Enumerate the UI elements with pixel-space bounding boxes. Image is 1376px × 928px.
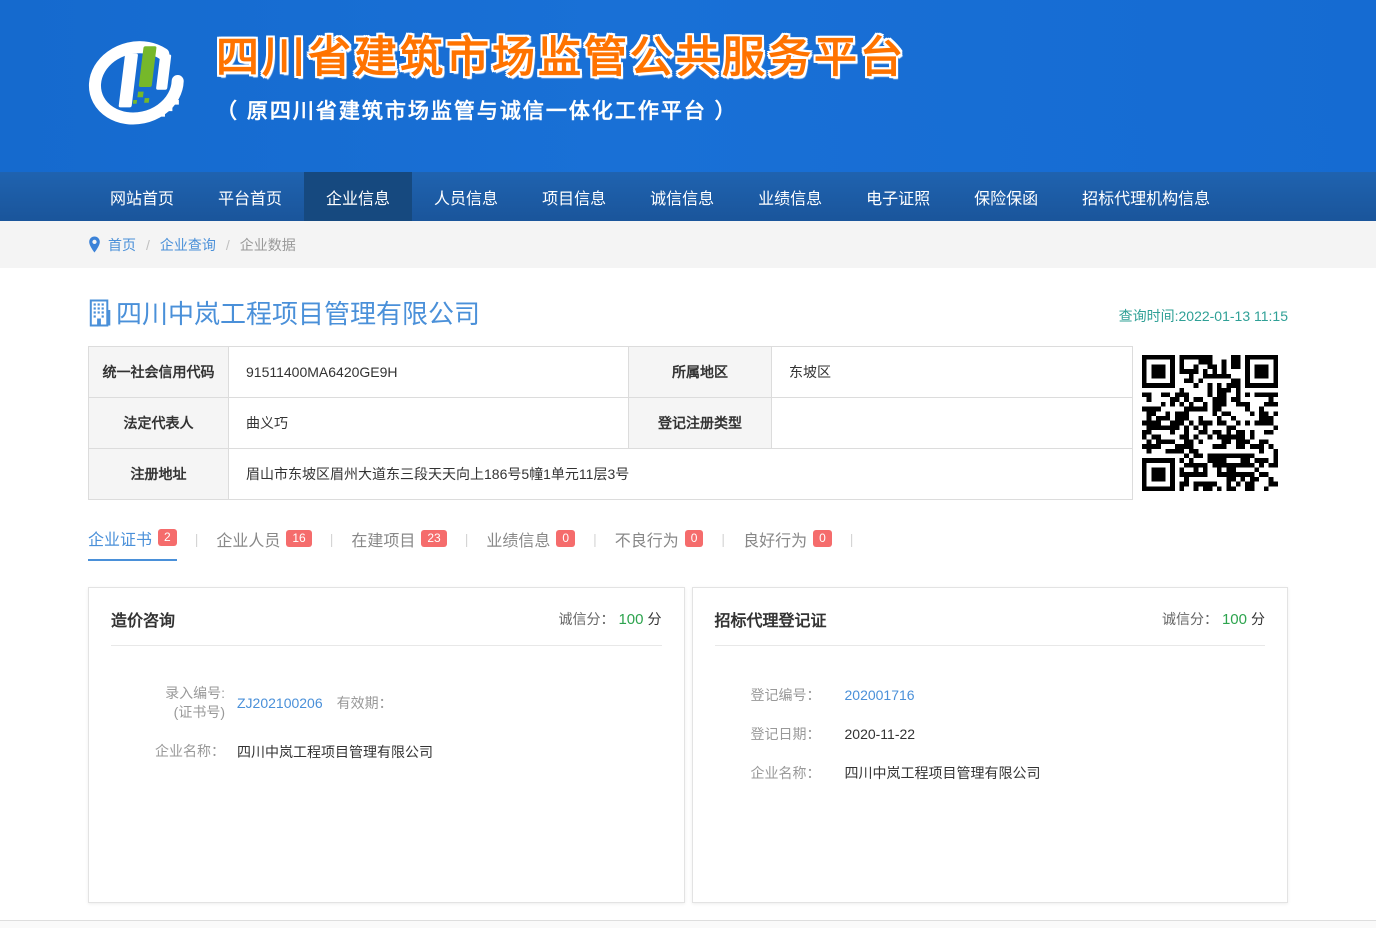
site-title: 四川省建筑市场监管公共服务平台: [216, 23, 906, 85]
tab-separator: |: [593, 531, 597, 556]
count-badge: 23: [421, 530, 446, 547]
entry-number-label: 录入编号: (证书号): [109, 684, 225, 722]
info-label: 登记注册类型: [629, 398, 772, 449]
count-badge: 0: [813, 530, 832, 547]
card-title: 造价咨询: [111, 607, 175, 631]
tab-separator: |: [850, 531, 854, 556]
score-value: 100: [618, 611, 643, 628]
tabs-row: 企业证书 2 | 企业人员 16 | 在建项目 23 | 业绩信息 0 | 不良…: [88, 526, 1288, 561]
credit-code-value: 91511400MA6420GE9H: [229, 347, 629, 398]
certificate-number-link[interactable]: ZJ202100206: [237, 695, 323, 711]
registration-number-link[interactable]: 202001716: [845, 684, 915, 706]
breadcrumb: 首页 / 企业查询 / 企业数据: [88, 221, 1288, 268]
count-badge: 0: [685, 530, 704, 547]
region-value: 东坡区: [772, 347, 1133, 398]
enterprise-name-value: 四川中岚工程项目管理有限公司: [845, 762, 1041, 784]
company-info-table: 统一社会信用代码 91511400MA6420GE9H 所属地区 东坡区 法定代…: [88, 346, 1133, 500]
company-name: 四川中岚工程项目管理有限公司: [116, 294, 480, 331]
info-label: 注册地址: [89, 449, 229, 500]
nav-item-insurance[interactable]: 保险保函: [952, 172, 1060, 221]
card-title: 招标代理登记证: [715, 607, 827, 631]
tab-projects-under-construction[interactable]: 在建项目 23: [351, 527, 446, 560]
company-title: 四川中岚工程项目管理有限公司: [88, 294, 480, 331]
info-label: 统一社会信用代码: [89, 347, 229, 398]
certificate-card-bidding-agency: 招标代理登记证 诚信分：100分 登记编号： 202001716 登记日期： 2…: [692, 587, 1289, 903]
table-row: 统一社会信用代码 91511400MA6420GE9H 所属地区 东坡区: [89, 347, 1133, 398]
table-row: 法定代表人 曲义巧 登记注册类型: [89, 398, 1133, 449]
tab-performance-info[interactable]: 业绩信息 0: [486, 527, 575, 560]
table-row: 注册地址 眉山市东坡区眉州大道东三段天天向上186号5幢1单元11层3号: [89, 449, 1133, 500]
credit-score: 诚信分：100分: [558, 609, 661, 629]
tab-bad-behavior[interactable]: 不良行为 0: [615, 527, 704, 560]
tab-separator: |: [465, 531, 469, 556]
registration-type-value: [772, 398, 1133, 449]
building-icon: [88, 299, 112, 327]
tab-separator: |: [721, 531, 725, 556]
registration-date-label: 登记日期：: [751, 723, 831, 745]
count-badge: 16: [286, 530, 311, 547]
breadcrumb-bar: 首页 / 企业查询 / 企业数据: [0, 221, 1376, 268]
site-subtitle: （ 原四川省建筑市场监管与诚信一体化工作平台 ）: [216, 95, 906, 125]
tab-enterprise-personnel[interactable]: 企业人员 16: [216, 527, 311, 560]
breadcrumb-separator: /: [146, 237, 150, 253]
nav-item-platform-home[interactable]: 平台首页: [196, 172, 304, 221]
address-value: 眉山市东坡区眉州大道东三段天天向上186号5幢1单元11层3号: [229, 449, 1133, 500]
enterprise-name-label: 企业名称：: [109, 742, 225, 761]
tab-enterprise-certificates[interactable]: 企业证书 2: [88, 526, 177, 561]
qr-box: [1133, 346, 1288, 500]
tab-good-behavior[interactable]: 良好行为 0: [743, 527, 832, 560]
info-label: 法定代表人: [89, 398, 229, 449]
site-logo: [88, 34, 190, 140]
score-value: 100: [1222, 611, 1247, 628]
nav-item-bidding-agency[interactable]: 招标代理机构信息: [1060, 172, 1232, 221]
validity-label: 有效期：: [337, 693, 393, 713]
site-header: 四川省建筑市场监管公共服务平台 （ 原四川省建筑市场监管与诚信一体化工作平台 ）: [0, 0, 1376, 172]
enterprise-name-label: 企业名称：: [751, 762, 831, 784]
breadcrumb-home[interactable]: 首页: [108, 235, 136, 255]
certificate-card-cost-consulting: 造价咨询 诚信分：100分 录入编号: (证书号) ZJ202100206 有效…: [88, 587, 685, 903]
breadcrumb-enterprise-query[interactable]: 企业查询: [160, 235, 216, 255]
registration-number-label: 登记编号：: [751, 684, 831, 706]
query-time: 查询时间:2022-01-13 11:15: [1119, 306, 1288, 331]
tab-separator: |: [195, 531, 199, 556]
legal-rep-value: 曲义巧: [229, 398, 629, 449]
enterprise-name-value: 四川中岚工程项目管理有限公司: [237, 742, 433, 762]
registration-date-value: 2020-11-22: [845, 723, 916, 745]
nav-item-credit-info[interactable]: 诚信信息: [628, 172, 736, 221]
footer-divider: [0, 920, 1376, 928]
nav-item-home[interactable]: 网站首页: [88, 172, 196, 221]
location-pin-icon: [88, 236, 101, 253]
nav-item-enterprise-info[interactable]: 企业信息: [304, 172, 412, 221]
breadcrumb-current: 企业数据: [240, 235, 296, 255]
nav-item-personnel-info[interactable]: 人员信息: [412, 172, 520, 221]
main-content: 四川中岚工程项目管理有限公司 查询时间:2022-01-13 11:15 统一社…: [88, 294, 1288, 903]
count-badge: 2: [158, 529, 177, 546]
tab-separator: |: [330, 531, 334, 556]
credit-score: 诚信分：100分: [1162, 609, 1265, 629]
qr-code: [1142, 355, 1278, 491]
nav-item-e-certificate[interactable]: 电子证照: [844, 172, 952, 221]
breadcrumb-separator: /: [226, 237, 230, 253]
nav-item-performance-info[interactable]: 业绩信息: [736, 172, 844, 221]
count-badge: 0: [556, 530, 575, 547]
info-label: 所属地区: [629, 347, 772, 398]
main-nav: 网站首页 平台首页 企业信息 人员信息 项目信息 诚信信息 业绩信息 电子证照 …: [0, 172, 1376, 221]
nav-item-project-info[interactable]: 项目信息: [520, 172, 628, 221]
